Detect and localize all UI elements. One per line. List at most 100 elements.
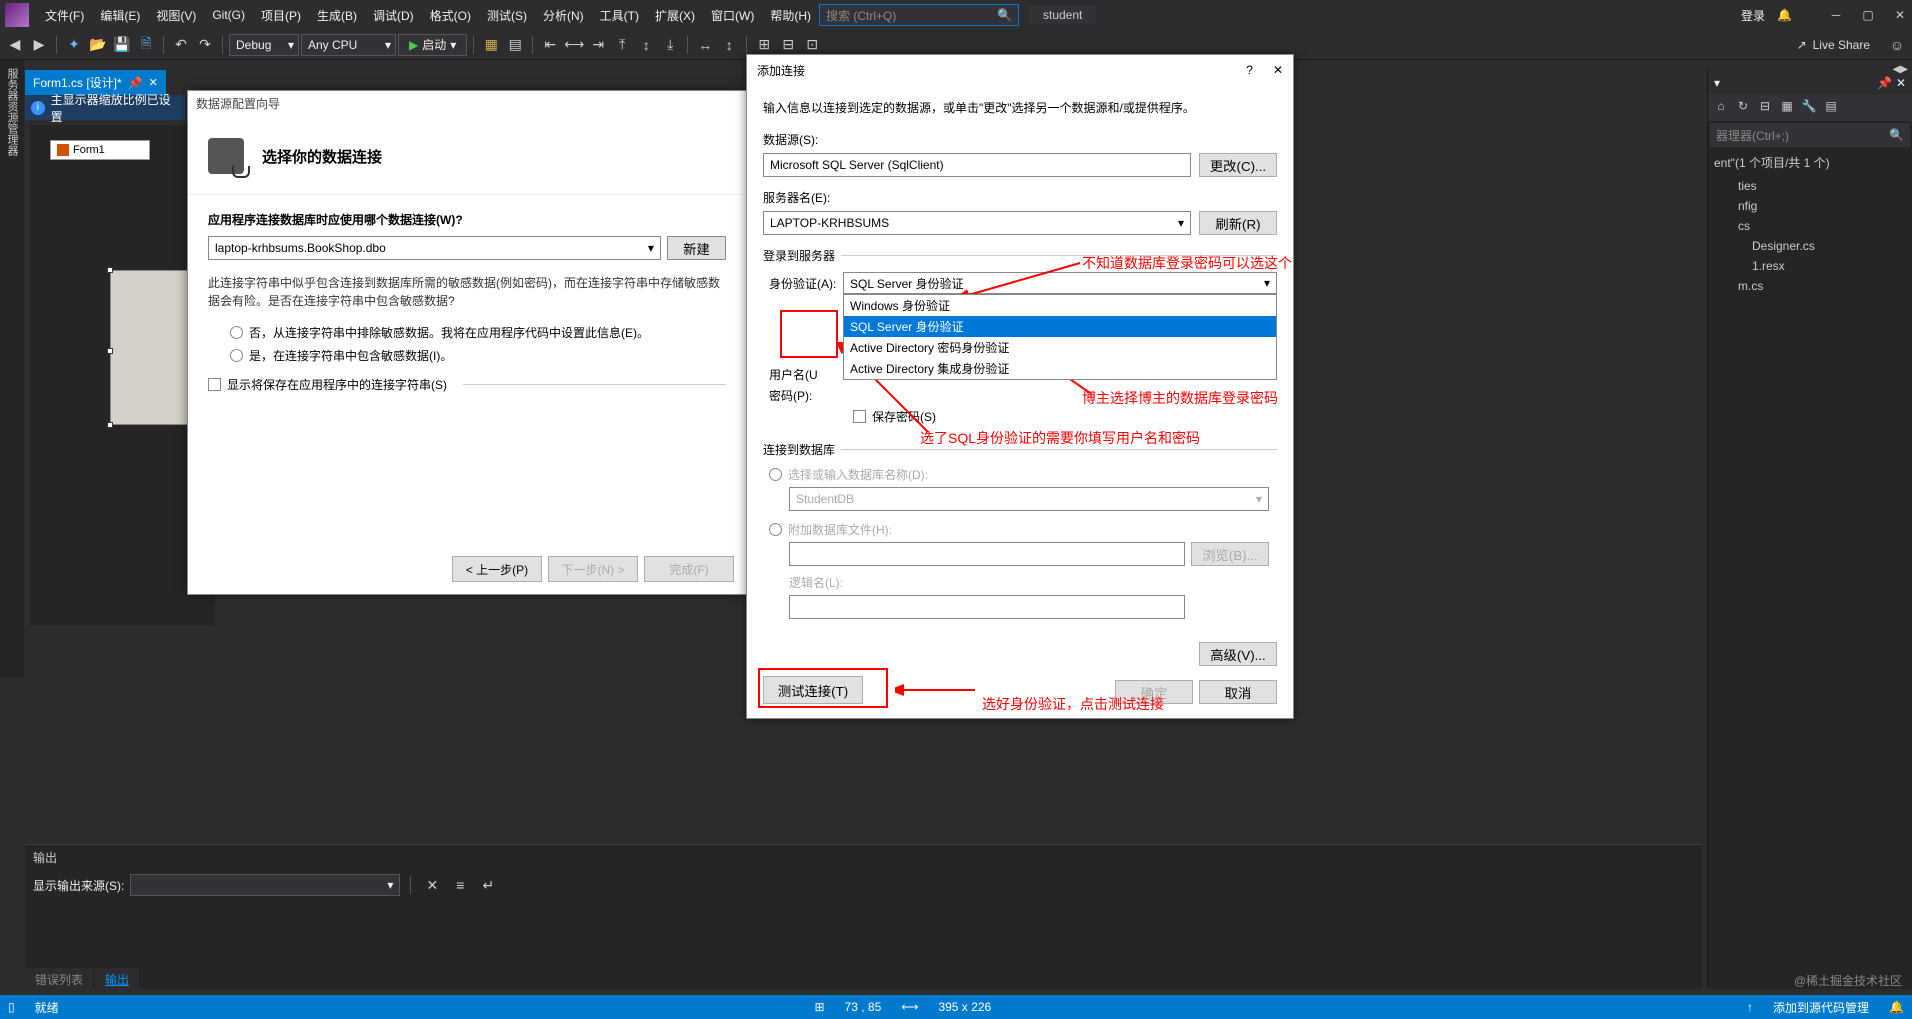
- auth-option-ad-int[interactable]: Active Directory 集成身份验证: [844, 358, 1276, 379]
- menu-test[interactable]: 测试(S): [479, 3, 535, 28]
- menu-tools[interactable]: 工具(T): [592, 3, 647, 28]
- menu-format[interactable]: 格式(O): [422, 3, 479, 28]
- menu-debug[interactable]: 调试(D): [365, 3, 422, 28]
- help-icon[interactable]: ?: [1246, 63, 1253, 77]
- start-button[interactable]: ▶ 启动 ▾: [398, 34, 467, 56]
- right-collapse-icon[interactable]: ◀▶: [1893, 64, 1908, 75]
- auth-option-sql[interactable]: SQL Server 身份验证: [844, 316, 1276, 337]
- undo-icon[interactable]: ↶: [170, 34, 192, 56]
- config-combo[interactable]: Debug: [229, 34, 299, 56]
- close-icon[interactable]: ✕: [1273, 63, 1283, 77]
- menu-extensions[interactable]: 扩展(X): [647, 3, 703, 28]
- auth-option-windows[interactable]: Windows 身份验证: [844, 295, 1276, 316]
- tree-item[interactable]: m.cs: [1708, 276, 1912, 296]
- nav-back-icon[interactable]: ◀: [4, 34, 26, 56]
- home-icon[interactable]: ⌂: [1712, 99, 1730, 117]
- rail-server-explorer[interactable]: 服务器资源管理器: [0, 60, 24, 678]
- tb-icon-2[interactable]: ▤: [504, 34, 526, 56]
- notification-icon[interactable]: 🔔: [1777, 8, 1792, 22]
- radio-exclude[interactable]: 否，从连接字符串中排除敏感数据。我将在应用程序代码中设置此信息(E)。: [230, 324, 726, 341]
- platform-combo[interactable]: Any CPU: [301, 34, 396, 56]
- properties-icon[interactable]: 🔧: [1800, 99, 1818, 117]
- solution-search-input[interactable]: 器理器(Ctrl+;) 🔍: [1710, 123, 1910, 147]
- collapse-icon[interactable]: ⊟: [1756, 99, 1774, 117]
- menu-edit[interactable]: 编辑(E): [92, 3, 148, 28]
- global-search-input[interactable]: 搜索 (Ctrl+Q) 🔍: [819, 4, 1019, 26]
- resize-handle[interactable]: [107, 422, 113, 428]
- status-bell-icon[interactable]: 🔔: [1889, 1000, 1904, 1014]
- toolbar-icon-c[interactable]: ⊡: [801, 34, 823, 56]
- align-bot-icon[interactable]: ⤓: [659, 34, 681, 56]
- database-combo[interactable]: StudentDB ▾: [789, 487, 1269, 511]
- radio-icon[interactable]: [769, 523, 782, 536]
- save-all-icon[interactable]: 🗎: [135, 34, 157, 56]
- preview-icon[interactable]: ▤: [1822, 99, 1840, 117]
- live-share-button[interactable]: ↗ Live Share: [1783, 38, 1884, 52]
- radio-include[interactable]: 是，在连接字符串中包含敏感数据(I)。: [230, 347, 726, 364]
- toolbar-icon-a[interactable]: ⊞: [753, 34, 775, 56]
- align-mid-icon[interactable]: ↕: [635, 34, 657, 56]
- show-connstring-check[interactable]: 显示将保存在应用程序中的连接字符串(S): [208, 376, 726, 393]
- browse-button[interactable]: 浏览(B)...: [1191, 542, 1269, 566]
- vspace-icon[interactable]: ↕: [718, 34, 740, 56]
- ok-button[interactable]: 确定: [1115, 680, 1193, 704]
- user-badge[interactable]: student: [1029, 6, 1096, 24]
- cancel-button[interactable]: 取消: [1199, 680, 1277, 704]
- tab-error-list[interactable]: 错误列表: [25, 968, 93, 991]
- show-all-icon[interactable]: ▦: [1778, 99, 1796, 117]
- resize-handle[interactable]: [107, 267, 113, 273]
- server-combo[interactable]: LAPTOP-KRHBSUMS ▾: [763, 211, 1191, 235]
- minimize-icon[interactable]: ─: [1829, 8, 1843, 22]
- advanced-button[interactable]: 高级(V)...: [1199, 642, 1277, 666]
- nav-fwd-icon[interactable]: ▶: [28, 34, 50, 56]
- menu-git[interactable]: Git(G): [204, 4, 253, 26]
- save-icon[interactable]: 💾: [111, 34, 133, 56]
- wizard-prev-button[interactable]: < 上一步(P): [452, 556, 542, 582]
- tb-icon-1[interactable]: ▦: [480, 34, 502, 56]
- align-right-icon[interactable]: ⇥: [587, 34, 609, 56]
- menu-file[interactable]: 文件(F): [37, 3, 92, 28]
- menu-analyze[interactable]: 分析(N): [535, 3, 592, 28]
- align-left-icon[interactable]: ⇤: [539, 34, 561, 56]
- tree-item[interactable]: ties: [1708, 176, 1912, 196]
- output-source-combo[interactable]: ▾: [130, 874, 400, 896]
- feedback-icon[interactable]: ☺: [1886, 34, 1908, 56]
- scm-icon[interactable]: ↑: [1747, 1000, 1753, 1014]
- tree-item[interactable]: 1.resx: [1708, 256, 1912, 276]
- tree-item[interactable]: Designer.cs: [1708, 236, 1912, 256]
- menu-help[interactable]: 帮助(H): [762, 3, 819, 28]
- wrap-icon[interactable]: ↵: [477, 874, 499, 896]
- align-center-icon[interactable]: ⟷: [563, 34, 585, 56]
- pin-icon[interactable]: 📌: [1877, 76, 1892, 90]
- maximize-icon[interactable]: ▢: [1861, 8, 1875, 22]
- new-file-icon[interactable]: ✦: [63, 34, 85, 56]
- wizard-next-button[interactable]: 下一步(N) >: [548, 556, 638, 582]
- toggle-icon[interactable]: ≡: [449, 874, 471, 896]
- test-connection-button[interactable]: 测试连接(T): [763, 676, 863, 704]
- tab-output[interactable]: 输出: [95, 968, 139, 991]
- close-window-icon[interactable]: ✕: [1893, 8, 1907, 22]
- refresh-icon[interactable]: ↻: [1734, 99, 1752, 117]
- align-top-icon[interactable]: ⤒: [611, 34, 633, 56]
- pin-icon[interactable]: 📌: [128, 76, 143, 90]
- auth-option-ad-pass[interactable]: Active Directory 密码身份验证: [844, 337, 1276, 358]
- chevron-icon[interactable]: ▾: [1714, 76, 1720, 90]
- change-button[interactable]: 更改(C)...: [1199, 153, 1277, 177]
- auth-combo[interactable]: SQL Server 身份验证 Windows 身份验证 SQL Server …: [843, 272, 1277, 294]
- redo-icon[interactable]: ↷: [194, 34, 216, 56]
- menu-view[interactable]: 视图(V): [148, 3, 204, 28]
- wizard-finish-button[interactable]: 完成(F): [644, 556, 734, 582]
- hspace-icon[interactable]: ↔: [694, 34, 716, 56]
- menu-project[interactable]: 项目(P): [253, 3, 309, 28]
- status-scm[interactable]: 添加到源代码管理: [1773, 999, 1869, 1016]
- new-connection-button[interactable]: 新建: [667, 236, 726, 260]
- toolbar-icon-b[interactable]: ⊟: [777, 34, 799, 56]
- connection-combo[interactable]: laptop-krhbsums.BookShop.dbo ▾: [208, 236, 661, 260]
- login-link[interactable]: 登录: [1741, 7, 1765, 24]
- menu-window[interactable]: 窗口(W): [703, 3, 762, 28]
- close-icon[interactable]: ✕: [1896, 76, 1906, 90]
- tree-item[interactable]: cs: [1708, 216, 1912, 236]
- menu-build[interactable]: 生成(B): [309, 3, 365, 28]
- tree-item[interactable]: nfig: [1708, 196, 1912, 216]
- open-icon[interactable]: 📂: [87, 34, 109, 56]
